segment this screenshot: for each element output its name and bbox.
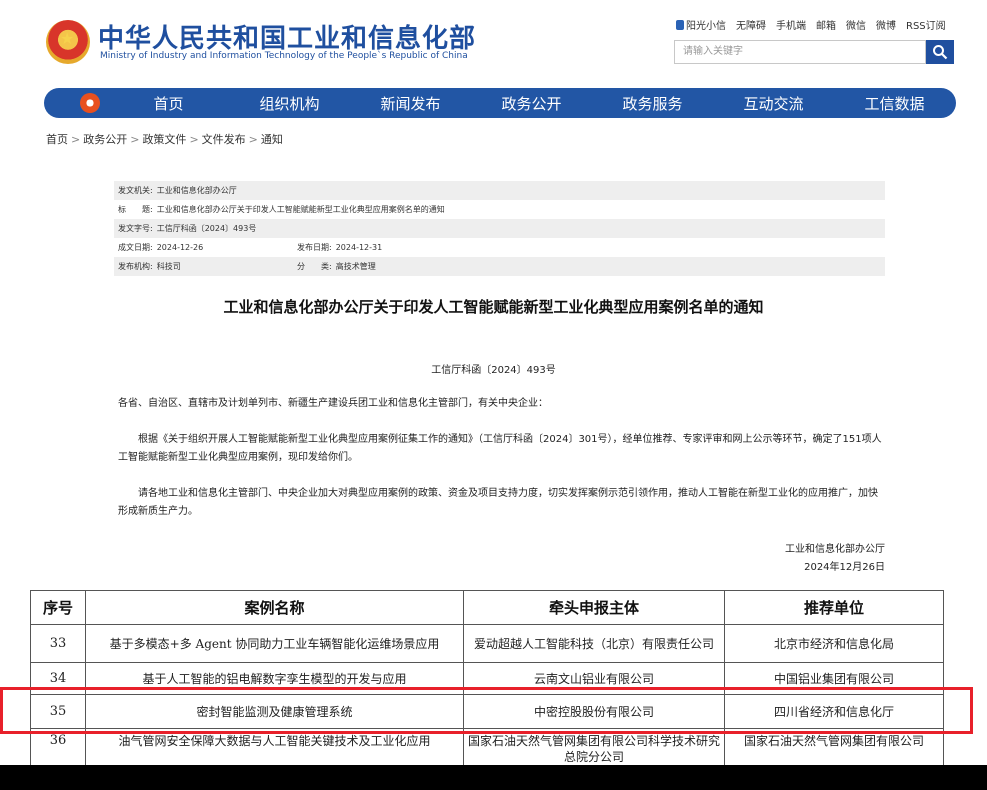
document-title: 工业和信息化部办公厅关于印发人工智能赋能新型工业化典型应用案例名单的通知 — [223, 298, 764, 316]
phone-icon — [676, 19, 684, 30]
column-header: 序号 — [30, 590, 86, 625]
table-cell: 33 — [30, 624, 86, 663]
document-metadata: 发文机关: 工业和信息化部办公厅 标 题: 工业和信息化部办公厅关于印发人工智能赋能… — [114, 181, 885, 276]
breadcrumb-notice[interactable]: 通知 — [261, 133, 283, 146]
table-cell: 基于多模态+多 Agent 协同助力工业车辆智能化运维场景应用 — [85, 624, 464, 663]
nav-gov-services[interactable]: 政务服务 — [592, 93, 713, 114]
table-cell: 国家石油天然气管网集团有限公司科学技术研究总院分公司 — [463, 728, 725, 769]
addressee-paragraph: 各省、自治区、直辖市及计划单列市、新疆生产建设兵团工业和信息化主管部门，有关中央… — [118, 398, 548, 409]
nav-home[interactable]: 首页 — [108, 93, 229, 114]
top-link-wechat[interactable]: 微信 — [846, 17, 866, 32]
breadcrumb-policy[interactable]: 政策文件 — [142, 133, 186, 146]
column-header: 牵头申报主体 — [463, 590, 725, 625]
table-header-row: 序号 案例名称 牵头申报主体 推荐单位 — [30, 590, 944, 625]
meta-row: 标 题: 工业和信息化部办公厅关于印发人工智能赋能新型工业化典型应用案例名单的通知 — [118, 205, 445, 214]
breadcrumb-home[interactable]: 首页 — [46, 133, 68, 146]
table-cell: 国家石油天然气管网集团有限公司 — [724, 728, 944, 769]
top-link-sunshine[interactable]: 阳光小信 — [676, 17, 726, 32]
breadcrumb-gov-affairs[interactable]: 政务公开 — [83, 133, 127, 146]
top-link-weibo[interactable]: 微博 — [876, 17, 896, 32]
search-input[interactable]: 请输入关键字 — [674, 40, 926, 64]
national-emblem-logo[interactable]: ★ — [46, 20, 90, 64]
table-cell: 油气管网安全保障大数据与人工智能关键技术及工业化应用 — [85, 728, 464, 769]
highlight-box — [0, 687, 973, 734]
search-icon — [933, 45, 948, 60]
main-nav: 首页 组织机构 新闻发布 政务公开 政务服务 互动交流 工信数据 — [44, 88, 956, 118]
search-button[interactable] — [926, 40, 954, 64]
column-header: 案例名称 — [85, 590, 464, 625]
top-link-accessibility[interactable]: 无障碍 — [736, 17, 766, 32]
table-row: 36 油气管网安全保障大数据与人工智能关键技术及工业化应用 国家石油天然气管网集… — [30, 728, 944, 769]
meta-row: 发布机构: 科技司 分 类: 高技术管理 — [114, 257, 885, 276]
bottom-bar — [0, 765, 987, 790]
case-list-table: 序号 案例名称 牵头申报主体 推荐单位 33 基于多模态+多 Agent 协同助… — [30, 590, 944, 769]
meta-row: 发文机关: 工业和信息化部办公厅 — [114, 181, 885, 200]
signature-date: 2024年12月26日 — [804, 562, 885, 573]
meta-row: 成文日期: 2024-12-26 发布日期: 2024-12-31 — [118, 243, 383, 252]
top-link-mail[interactable]: 邮箱 — [816, 17, 836, 32]
site-title[interactable]: 中华人民共和国工业和信息化部 — [98, 18, 476, 55]
top-link-rss[interactable]: RSS订阅 — [906, 17, 946, 32]
document-number: 工信厅科函〔2024〕493号 — [431, 365, 556, 376]
breadcrumb: 首页 > 政务公开 > 政策文件 > 文件发布 > 通知 — [46, 133, 283, 146]
nav-gov-affairs[interactable]: 政务公开 — [471, 93, 592, 114]
table-cell: 北京市经济和信息化局 — [724, 624, 944, 663]
signature-org: 工业和信息化部办公厅 — [785, 544, 885, 555]
site-subtitle: Ministry of Industry and Information Tec… — [100, 51, 468, 61]
top-links: 阳光小信 无障碍 手机端 邮箱 微信 微博 RSS订阅 — [676, 17, 946, 32]
body-paragraph: 根据《关于组织开展人工智能赋能新型工业化典型应用案例征集工作的通知》（工信厅科函… — [118, 434, 882, 463]
column-header: 推荐单位 — [724, 590, 944, 625]
table-cell: 36 — [30, 728, 86, 769]
nav-news[interactable]: 新闻发布 — [350, 93, 471, 114]
meta-row: 发文字号: 工信厅科函〔2024〕493号 — [114, 219, 885, 238]
breadcrumb-release[interactable]: 文件发布 — [202, 133, 246, 146]
top-link-mobile[interactable]: 手机端 — [776, 17, 806, 32]
table-cell: 爱动超越人工智能科技（北京）有限责任公司 — [463, 624, 725, 663]
table-row: 33 基于多模态+多 Agent 协同助力工业车辆智能化运维场景应用 爱动超越人… — [30, 624, 944, 663]
ministry-logo-icon — [80, 93, 100, 113]
body-paragraph: 请各地工业和信息化主管部门、中央企业加大对典型应用案例的政策、资金及项目支持力度… — [118, 488, 878, 517]
nav-data[interactable]: 工信数据 — [834, 93, 955, 114]
nav-organization[interactable]: 组织机构 — [229, 93, 350, 114]
nav-interaction[interactable]: 互动交流 — [713, 93, 834, 114]
star-icon: ★ — [60, 29, 75, 48]
